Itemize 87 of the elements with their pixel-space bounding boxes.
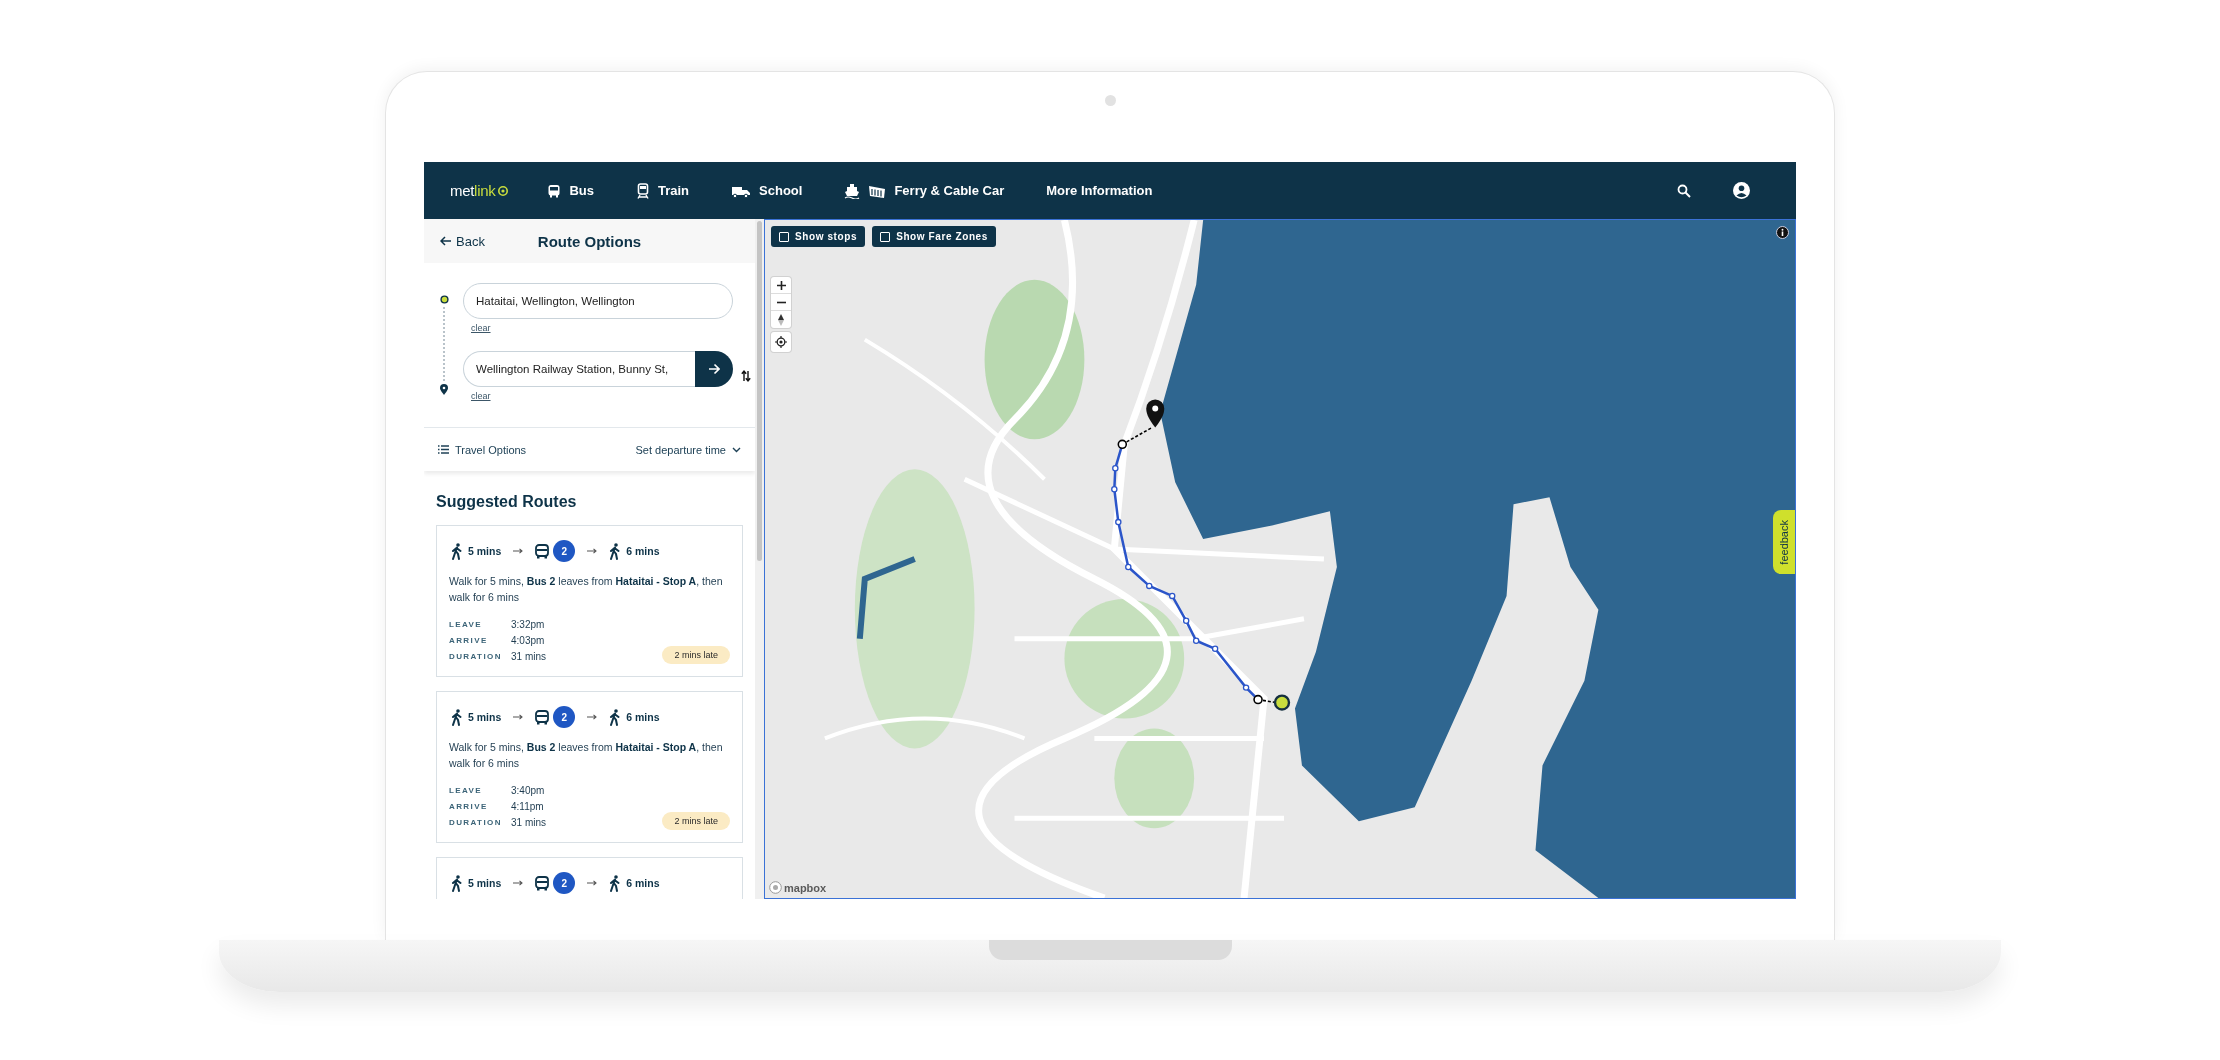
mapbox-logo-icon	[769, 881, 782, 894]
walking-person-icon	[451, 874, 463, 892]
walk-duration: 5 mins	[468, 711, 502, 723]
walk-duration: 5 mins	[468, 877, 502, 889]
crosshair-icon	[775, 336, 787, 348]
locate-button[interactable]	[771, 332, 791, 352]
bus-icon	[535, 875, 550, 891]
arrow-icon	[587, 548, 598, 554]
time-label: LEAVE	[449, 785, 484, 797]
destination-pin-icon[interactable]	[1146, 399, 1165, 428]
departure-time-dropdown[interactable]: Set departure time	[633, 441, 743, 458]
arrow-icon	[587, 880, 598, 886]
time-label: DURATION	[449, 651, 503, 663]
nav-link[interactable]: Ferry & Cable Car	[844, 178, 1005, 203]
status-badge: 2 mins late	[662, 646, 730, 664]
time-value: 4:03pm	[511, 634, 546, 648]
feedback-tab[interactable]: feedback	[1773, 510, 1795, 574]
origin-dot-icon	[439, 295, 449, 304]
clear-link[interactable]: clear	[471, 391, 491, 401]
back-button[interactable]: Back	[438, 231, 487, 251]
route-number: 2	[553, 872, 576, 894]
plus-icon	[776, 280, 786, 290]
chevron-down-icon	[732, 446, 741, 453]
bus-icon	[547, 183, 562, 198]
route-number: 2	[553, 540, 576, 562]
walk-duration: 5 mins	[468, 545, 502, 557]
map-toggle-button[interactable]: Show Fare Zones	[872, 226, 996, 247]
section-heading: Suggested Routes	[436, 493, 578, 511]
time-value: 3:40pm	[511, 784, 546, 798]
time-value: 31 mins	[511, 650, 546, 664]
walking-person-icon	[609, 542, 622, 560]
checkbox[interactable]	[779, 231, 789, 242]
bus-icon	[535, 543, 550, 559]
time-value: 3:32pm	[511, 618, 546, 632]
account-icon[interactable]	[1733, 182, 1750, 199]
back-arrow-icon	[440, 236, 452, 246]
nav-link[interactable]: More Information	[1046, 179, 1153, 202]
list-icon	[438, 445, 449, 454]
swap-icon[interactable]	[741, 370, 751, 382]
destination-field[interactable]: Wellington Railway Station, Bunny St,	[463, 351, 695, 387]
clear-link[interactable]: clear	[471, 323, 491, 333]
arrow-icon	[587, 714, 598, 720]
walking-person-icon	[609, 874, 622, 892]
time-label: ARRIVE	[449, 801, 489, 813]
route-card[interactable]: 5 mins 2 6 mins Walk for 5 mins, Bus 2 leaves from Hataitai - Stop A, then walk for 6 mins LEAVE 3:32pm ARRIVE 4:03pm DURATION 31 mins 2 mins late	[436, 525, 743, 677]
time-label: LEAVE	[449, 619, 484, 631]
walk-duration: 6 mins	[626, 545, 660, 557]
nav-link[interactable]: Bus	[547, 179, 594, 202]
arrow-right-icon	[708, 363, 720, 375]
train-icon	[636, 182, 650, 199]
route-card[interactable]: 5 mins 2 6 mins	[436, 857, 743, 899]
nav-link[interactable]: Train	[636, 178, 690, 203]
checkbox[interactable]	[880, 231, 891, 242]
search-icon[interactable]	[1677, 183, 1691, 198]
logo-text[interactable]: metlink	[450, 182, 496, 199]
time-label: ARRIVE	[449, 635, 489, 647]
arrow-icon	[513, 880, 524, 886]
walk-duration: 6 mins	[626, 877, 660, 889]
arrow-icon	[513, 548, 524, 554]
walking-person-icon	[451, 542, 463, 560]
status-badge: 2 mins late	[662, 812, 730, 830]
origin-field[interactable]: Hataitai, Wellington, Wellington	[463, 283, 733, 319]
nav-link[interactable]: School	[731, 179, 803, 202]
map-toggle-button[interactable]: Show stops	[771, 226, 866, 247]
panel-title: Route Options	[537, 232, 642, 250]
ferry-icon	[844, 182, 861, 199]
time-value: 31 mins	[511, 816, 546, 830]
origin-marker[interactable]	[1273, 694, 1291, 711]
route-summary: Walk for 5 mins, Bus 2 leaves from Hataitai - Stop A, then walk for 6 mins	[449, 740, 724, 771]
arrow-icon	[513, 714, 524, 720]
route-card[interactable]: 5 mins 2 6 mins Walk for 5 mins, Bus 2 leaves from Hataitai - Stop A, then walk for 6 mins LEAVE 3:40pm ARRIVE 4:11pm DURATION 31 mins 2 mins late	[436, 691, 743, 843]
bus-icon	[535, 709, 550, 725]
go-button[interactable]	[695, 351, 733, 387]
route-number: 2	[553, 706, 576, 728]
time-value: 4:11pm	[511, 800, 545, 814]
walk-duration: 6 mins	[626, 711, 660, 723]
scrollbar[interactable]	[755, 219, 764, 899]
travel-options-button[interactable]: Travel Options	[436, 441, 529, 458]
compass-icon	[778, 313, 784, 326]
attribution-text[interactable]: mapbox	[784, 881, 827, 894]
walking-person-icon	[609, 708, 622, 726]
route-summary: Walk for 5 mins, Bus 2 leaves from Hataitai - Stop A, then walk for 6 mins	[449, 574, 724, 605]
time-label: DURATION	[449, 817, 503, 829]
logo-dot-icon	[497, 184, 510, 197]
camera-dot	[1104, 95, 1116, 106]
walking-person-icon	[451, 708, 463, 726]
location-pin-icon	[440, 384, 448, 395]
